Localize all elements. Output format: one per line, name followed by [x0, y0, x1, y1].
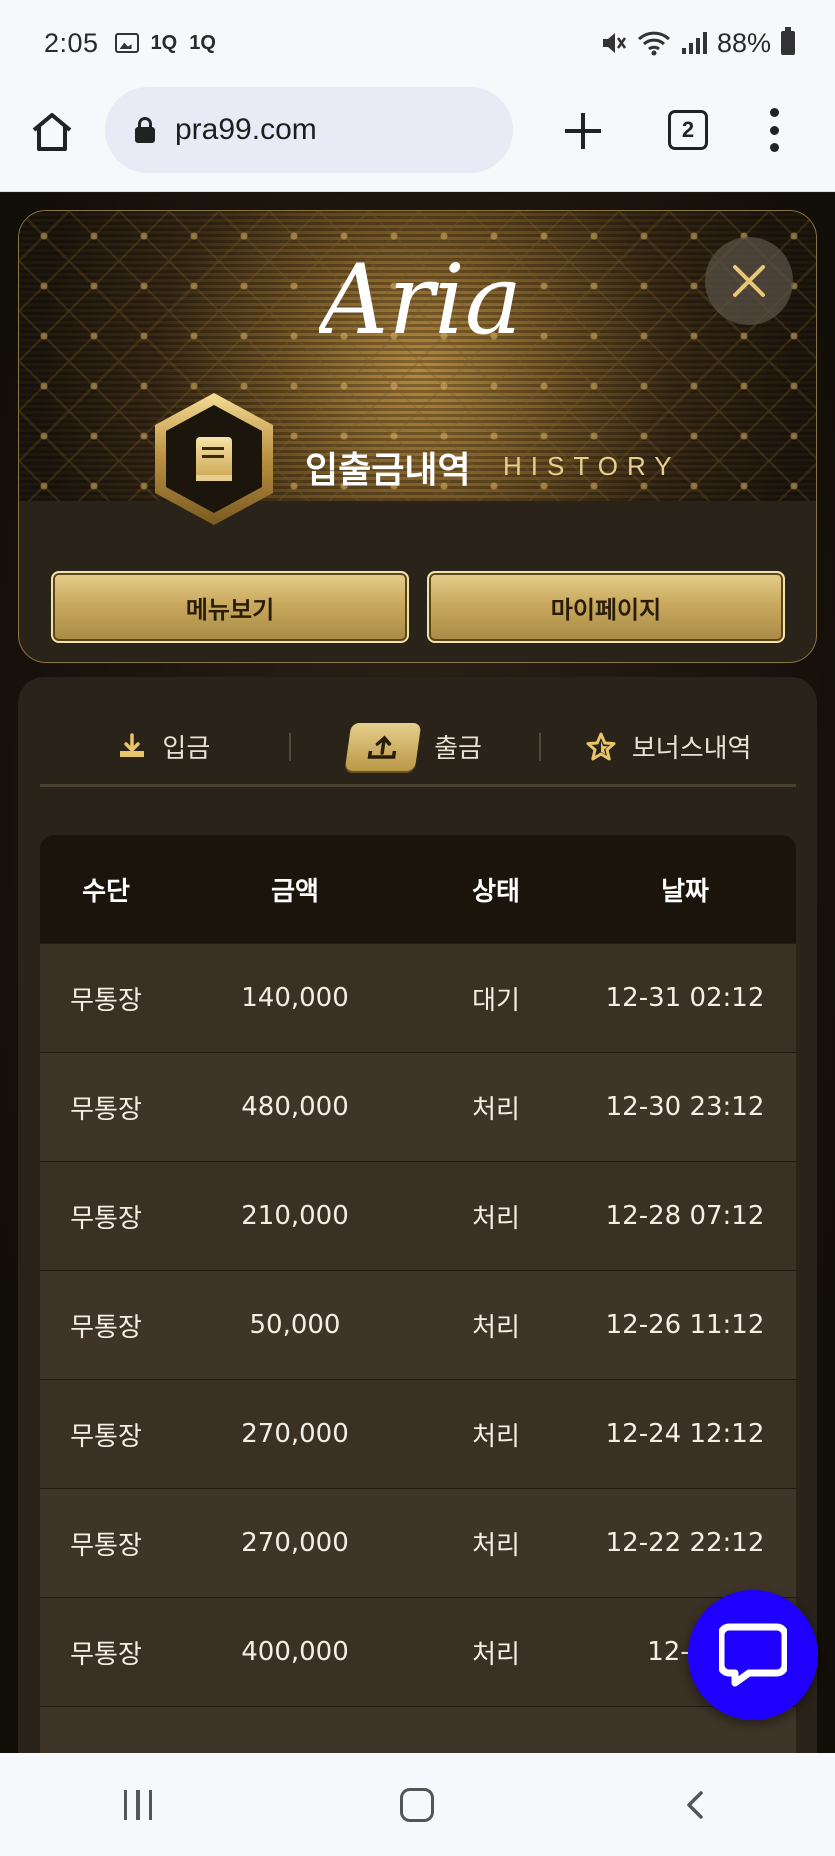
upload-icon	[344, 722, 422, 771]
back-icon[interactable]	[681, 1790, 711, 1820]
cell-date: 12-26 11:12	[605, 1310, 765, 1340]
tab-withdraw-label: 출금	[434, 734, 482, 764]
column-amount: 금액	[271, 876, 319, 907]
table-row: 무통장 400,000 처리 12-22	[40, 1597, 796, 1706]
battery-percent: 88%	[716, 27, 771, 58]
tab-deposit-label: 입금	[162, 734, 211, 764]
cell-method: 무통장	[70, 1530, 142, 1561]
chat-bubble-icon	[719, 1623, 787, 1687]
logo-text: Aria	[319, 244, 522, 356]
cell-amount: 270,000	[241, 1528, 349, 1558]
cell-method: 무통장	[70, 1421, 142, 1452]
address-bar[interactable]: pra99.com	[105, 87, 513, 173]
tab-withdraw[interactable]: 출금	[291, 722, 540, 771]
cell-status: 대기	[472, 985, 520, 1016]
cell-date: 12-30 23:12	[605, 1092, 765, 1122]
browser-toolbar: pra99.com 2	[0, 86, 835, 192]
image-icon	[114, 33, 139, 53]
cell-date: 12-24 12:12	[605, 1419, 765, 1449]
history-header-card: Aria 입출금내역 HISTORY 메뉴보기 마이페이지	[18, 210, 817, 663]
cell-method: 무통장	[70, 985, 142, 1016]
wifi-icon	[637, 31, 670, 56]
table-row: 무통장 140,000 대기 12-31 02:12	[40, 943, 796, 1052]
cell-status: 처리	[472, 1639, 520, 1670]
page-content: Aria 입출금내역 HISTORY 메뉴보기 마이페이지 입금 출금 보너스내…	[0, 193, 835, 1753]
cell-method: 무통장	[70, 1312, 142, 1343]
column-status: 상태	[472, 876, 520, 907]
column-date: 날짜	[661, 876, 709, 907]
more-menu-icon[interactable]	[768, 108, 780, 152]
table-header: 수단 금액 상태 날짜	[40, 835, 796, 943]
download-icon	[120, 732, 145, 757]
cell-status: 처리	[472, 1203, 520, 1234]
history-book-icon	[155, 393, 273, 525]
table-row-partial	[40, 1706, 796, 1753]
cell-amount: 270,000	[241, 1419, 349, 1449]
tab-switcher-button[interactable]: 2	[668, 110, 708, 150]
home-nav-icon[interactable]	[399, 1787, 434, 1822]
mypage-button[interactable]: 마이페이지	[427, 571, 785, 643]
cell-amount: 400,000	[241, 1637, 349, 1667]
page-subtitle: HISTORY	[503, 451, 681, 481]
recents-icon[interactable]	[123, 1789, 153, 1820]
tab-bonus-label: 보너스내역	[631, 734, 752, 764]
cell-date: 12-28 07:12	[605, 1201, 765, 1231]
history-content-card: 입금 출금 보너스내역 수단 금액 상태 날짜 무통장 140,000 대기 1…	[18, 677, 817, 1753]
table-row: 무통장 480,000 처리 12-30 23:12	[40, 1052, 796, 1161]
cell-amount: 50,000	[249, 1310, 341, 1340]
status-system-icons: 88%	[601, 27, 795, 59]
aria-logo: Aria	[319, 244, 522, 356]
table-body: 무통장 140,000 대기 12-31 02:12 무통장 480,000 처…	[40, 943, 796, 1753]
status-bar: 2:05 1Q 1Q 88%	[0, 0, 835, 86]
1q-icon: 1Q	[150, 31, 178, 54]
cell-method: 무통장	[70, 1203, 142, 1234]
page-title: 입출금내역	[305, 450, 471, 491]
url-text[interactable]: pra99.com	[175, 113, 317, 147]
cell-status: 처리	[472, 1094, 520, 1125]
cell-amount: 210,000	[241, 1201, 349, 1231]
cell-method: 무통장	[70, 1094, 142, 1125]
close-button[interactable]	[705, 237, 793, 325]
cell-method: 무통장	[70, 1639, 142, 1670]
table-row: 무통장 270,000 처리 12-22 22:12	[40, 1488, 796, 1597]
column-method: 수단	[82, 876, 130, 907]
cell-amount: 140,000	[241, 983, 349, 1013]
signal-icon	[681, 32, 707, 54]
cell-date: 12-31 02:12	[605, 983, 765, 1013]
lock-icon[interactable]	[135, 117, 155, 143]
home-icon[interactable]	[30, 110, 74, 154]
table-row: 무통장 270,000 처리 12-24 12:12	[40, 1379, 796, 1488]
cell-date: 12-22 22:12	[605, 1528, 765, 1558]
history-tabs: 입금 출금 보너스내역	[40, 709, 796, 787]
system-navigation-bar	[0, 1753, 835, 1856]
status-time: 2:05	[44, 27, 99, 58]
close-icon[interactable]	[729, 261, 769, 301]
1q-icon: 1Q	[189, 31, 216, 54]
cell-status: 처리	[472, 1421, 520, 1452]
table-row: 무통장 210,000 처리 12-28 07:12	[40, 1161, 796, 1270]
cell-status: 처리	[472, 1530, 520, 1561]
history-table: 수단 금액 상태 날짜 무통장 140,000 대기 12-31 02:12 무…	[40, 835, 796, 1753]
mute-icon	[602, 33, 626, 53]
tab-bonus-history[interactable]: 보너스내역	[541, 728, 796, 765]
new-tab-icon[interactable]	[563, 111, 603, 151]
table-row: 무통장 50,000 처리 12-26 11:12	[40, 1270, 796, 1379]
tab-deposit[interactable]: 입금	[40, 728, 289, 765]
cell-status: 처리	[472, 1312, 520, 1343]
status-notification-icons: 1Q 1Q	[114, 31, 216, 55]
cell-amount: 480,000	[241, 1092, 349, 1122]
star-icon	[586, 732, 616, 760]
live-chat-button[interactable]	[688, 1590, 818, 1720]
battery-icon	[781, 27, 795, 55]
menu-view-button[interactable]: 메뉴보기	[51, 571, 409, 643]
